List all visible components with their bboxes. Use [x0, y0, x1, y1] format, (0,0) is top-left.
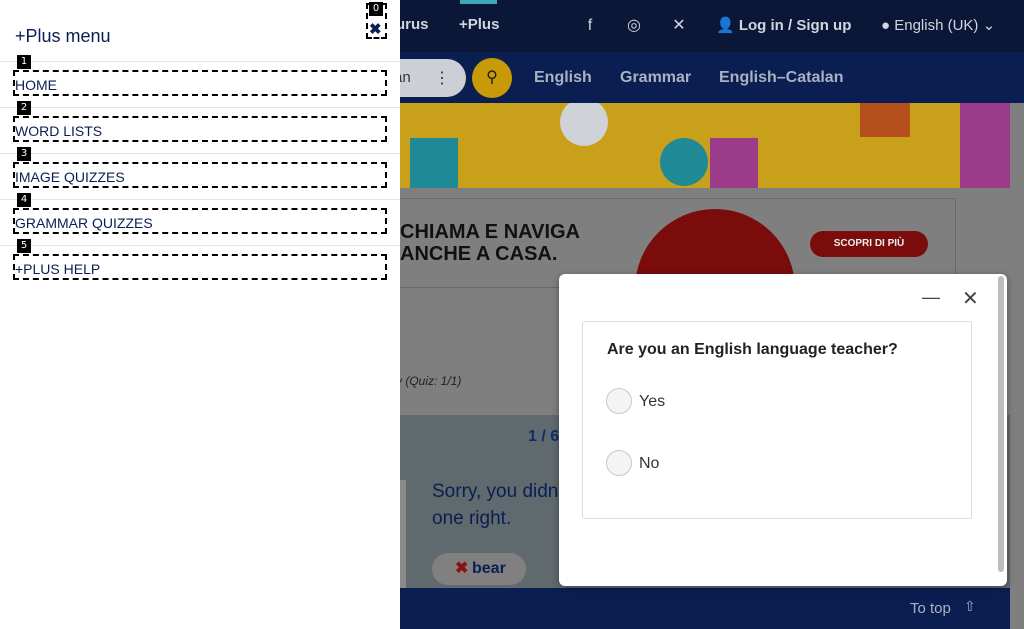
radio-no-label[interactable]: No — [639, 455, 659, 473]
menu-divider — [0, 199, 400, 200]
quiz-meta: sy (Quiz: 1/1) — [390, 374, 462, 388]
radio-no[interactable] — [606, 450, 632, 476]
ad-line-2: ANCHE A CASA. — [400, 243, 558, 265]
login-link[interactable]: Log in — [739, 17, 784, 34]
tab-english[interactable]: English — [534, 69, 592, 87]
login-separator: / — [788, 17, 793, 34]
menu-title: +Plus menu — [15, 26, 111, 46]
radio-yes-label[interactable]: Yes — [639, 393, 665, 411]
search-button[interactable]: ⚲ — [472, 58, 512, 98]
language-selector[interactable]: ● English (UK) ⌄ — [881, 16, 995, 34]
menu-item-label: WORD LISTS — [15, 123, 103, 139]
menu-divider — [0, 61, 400, 62]
x-twitter-icon[interactable]: ✕ — [669, 16, 689, 36]
globe-icon: ● — [881, 17, 891, 34]
banner-circle — [660, 138, 708, 186]
answer-chip[interactable]: ✖ bear — [432, 553, 526, 585]
answer-label: bear — [472, 560, 506, 577]
instagram-icon[interactable]: ◎ — [624, 16, 644, 36]
plus-side-menu: +Plus menu ✖ 0 HOME 1 WORD LISTS 2 IMAGE… — [0, 0, 400, 629]
ad-headline: CHIAMA E NAVIGA ANCHE A CASA. — [400, 221, 580, 265]
minimize-icon[interactable]: — — [922, 287, 940, 308]
arrow-up-circle-icon[interactable]: ⇧ — [964, 598, 980, 614]
element-badge: 3 — [17, 147, 31, 161]
plus-link[interactable]: +Plus — [459, 16, 499, 33]
element-badge: 2 — [17, 101, 31, 115]
tab-english-catalan[interactable]: English–Catalan — [719, 69, 843, 87]
menu-divider — [0, 107, 400, 108]
menu-item-home[interactable]: HOME — [13, 70, 387, 96]
facebook-icon[interactable]: f — [580, 16, 600, 36]
wrong-answer-icon: ✖ — [455, 560, 469, 577]
tab-grammar[interactable]: Grammar — [620, 69, 691, 87]
menu-item-word-lists[interactable]: WORD LISTS — [13, 116, 387, 142]
menu-item-label: HOME — [15, 77, 57, 93]
element-badge: 0 — [369, 2, 383, 16]
ad-line-1: CHIAMA E NAVIGA — [400, 221, 580, 243]
survey-question: Are you an English language teacher? — [607, 341, 898, 358]
banner-circle — [560, 103, 608, 146]
search-icon: ⚲ — [486, 69, 498, 86]
banner-square — [710, 138, 758, 188]
element-badge: 5 — [17, 239, 31, 253]
banner-square — [960, 103, 1010, 188]
popup-scrollbar[interactable] — [998, 276, 1004, 572]
element-badge: 1 — [17, 55, 31, 69]
login-signup-link[interactable]: 👤 Log in / Sign up — [716, 16, 851, 34]
menu-item-label: GRAMMAR QUIZZES — [15, 215, 153, 231]
menu-item-label: IMAGE QUIZZES — [15, 169, 125, 185]
quiz-progress: 1 / 6 — [528, 428, 560, 445]
menu-item-plus-help[interactable]: +PLUS HELP — [13, 254, 387, 280]
ad-cta-button[interactable]: SCOPRI DI PIÙ — [810, 231, 928, 257]
banner-square — [410, 138, 458, 188]
element-badge: 4 — [17, 193, 31, 207]
signup-link[interactable]: Sign up — [796, 17, 851, 34]
close-icon: ✖ — [369, 21, 382, 38]
menu-item-image-quizzes[interactable]: IMAGE QUIZZES — [13, 162, 387, 188]
banner-square — [860, 103, 910, 137]
chevron-down-icon: ⌄ — [982, 17, 996, 34]
menu-divider — [0, 245, 400, 246]
more-options-icon[interactable]: ⋮ — [434, 68, 450, 88]
menu-item-grammar-quizzes[interactable]: GRAMMAR QUIZZES — [13, 208, 387, 234]
language-label: English (UK) — [894, 17, 979, 34]
user-icon: 👤 — [716, 17, 735, 34]
plus-tab-indicator — [460, 0, 497, 4]
menu-item-label: +PLUS HELP — [15, 261, 101, 277]
quiz-feedback: Sorry, you didn one right. — [432, 481, 559, 529]
thesaurus-link[interactable]: urus — [396, 16, 429, 33]
to-top-link[interactable]: To top — [910, 600, 951, 617]
menu-divider — [0, 153, 400, 154]
radio-yes[interactable] — [606, 388, 632, 414]
close-icon[interactable]: ✕ — [962, 286, 979, 311]
